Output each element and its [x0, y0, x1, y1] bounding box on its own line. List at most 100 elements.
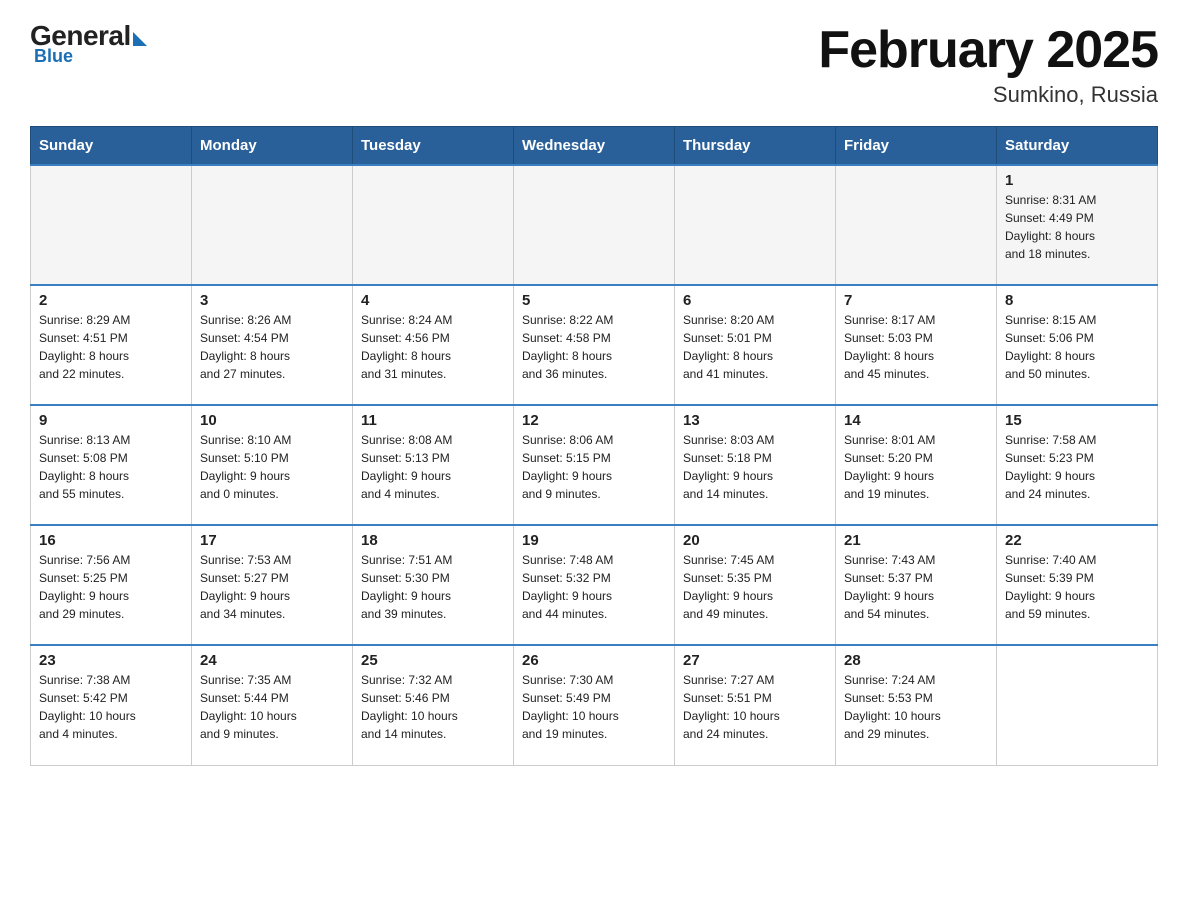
- calendar-cell: 1 Sunrise: 8:31 AM Sunset: 4:49 PM Daylig…: [997, 165, 1158, 285]
- day-info: Sunrise: 7:48 AM Sunset: 5:32 PM Dayligh…: [522, 551, 666, 623]
- calendar-cell: 8 Sunrise: 8:15 AM Sunset: 5:06 PM Daylig…: [997, 285, 1158, 405]
- calendar-cell: [192, 165, 353, 285]
- calendar-cell: 5 Sunrise: 8:22 AM Sunset: 4:58 PM Daylig…: [514, 285, 675, 405]
- calendar-cell: [31, 165, 192, 285]
- calendar-cell: 18 Sunrise: 7:51 AM Sunset: 5:30 PM Dayli…: [353, 525, 514, 645]
- day-number: 15: [1005, 412, 1149, 429]
- day-number: 2: [39, 292, 183, 309]
- calendar-week-3: 9 Sunrise: 8:13 AM Sunset: 5:08 PM Daylig…: [31, 405, 1158, 525]
- day-info: Sunrise: 8:20 AM Sunset: 5:01 PM Dayligh…: [683, 311, 827, 383]
- logo-blue-text: Blue: [34, 46, 73, 67]
- day-number: 24: [200, 652, 344, 669]
- calendar-week-2: 2 Sunrise: 8:29 AM Sunset: 4:51 PM Daylig…: [31, 285, 1158, 405]
- day-number: 13: [683, 412, 827, 429]
- day-header-friday: Friday: [836, 127, 997, 166]
- calendar-table: SundayMondayTuesdayWednesdayThursdayFrid…: [30, 126, 1158, 766]
- day-number: 16: [39, 532, 183, 549]
- day-number: 7: [844, 292, 988, 309]
- calendar-cell: 17 Sunrise: 7:53 AM Sunset: 5:27 PM Dayli…: [192, 525, 353, 645]
- day-number: 18: [361, 532, 505, 549]
- day-info: Sunrise: 8:31 AM Sunset: 4:49 PM Dayligh…: [1005, 191, 1149, 263]
- day-info: Sunrise: 7:40 AM Sunset: 5:39 PM Dayligh…: [1005, 551, 1149, 623]
- day-number: 26: [522, 652, 666, 669]
- day-number: 17: [200, 532, 344, 549]
- calendar-cell: 2 Sunrise: 8:29 AM Sunset: 4:51 PM Daylig…: [31, 285, 192, 405]
- calendar-cell: 26 Sunrise: 7:30 AM Sunset: 5:49 PM Dayli…: [514, 645, 675, 765]
- day-header-sunday: Sunday: [31, 127, 192, 166]
- calendar-cell: 15 Sunrise: 7:58 AM Sunset: 5:23 PM Dayli…: [997, 405, 1158, 525]
- calendar-cell: 27Sunrise: 7:27 AM Sunset: 5:51 PM Dayli…: [675, 645, 836, 765]
- calendar-cell: 4Sunrise: 8:24 AM Sunset: 4:56 PM Daylig…: [353, 285, 514, 405]
- calendar-cell: [514, 165, 675, 285]
- day-info: Sunrise: 8:03 AM Sunset: 5:18 PM Dayligh…: [683, 431, 827, 503]
- calendar-cell: 7 Sunrise: 8:17 AM Sunset: 5:03 PM Daylig…: [836, 285, 997, 405]
- day-number: 22: [1005, 532, 1149, 549]
- calendar-cell: 16 Sunrise: 7:56 AM Sunset: 5:25 PM Dayli…: [31, 525, 192, 645]
- calendar-cell: [353, 165, 514, 285]
- day-number: 21: [844, 532, 988, 549]
- calendar-cell: [997, 645, 1158, 765]
- calendar-cell: [675, 165, 836, 285]
- calendar-cell: 24Sunrise: 7:35 AM Sunset: 5:44 PM Dayli…: [192, 645, 353, 765]
- page-header: General Blue February 2025 Sumkino, Russ…: [30, 20, 1158, 108]
- day-info: Sunrise: 8:13 AM Sunset: 5:08 PM Dayligh…: [39, 431, 183, 503]
- day-number: 28: [844, 652, 988, 669]
- calendar-cell: 20 Sunrise: 7:45 AM Sunset: 5:35 PM Dayli…: [675, 525, 836, 645]
- day-info: Sunrise: 7:43 AM Sunset: 5:37 PM Dayligh…: [844, 551, 988, 623]
- calendar-cell: 6 Sunrise: 8:20 AM Sunset: 5:01 PM Daylig…: [675, 285, 836, 405]
- calendar-cell: [836, 165, 997, 285]
- title-block: February 2025 Sumkino, Russia: [818, 20, 1158, 108]
- calendar-cell: 12 Sunrise: 8:06 AM Sunset: 5:15 PM Dayli…: [514, 405, 675, 525]
- day-header-saturday: Saturday: [997, 127, 1158, 166]
- day-info: Sunrise: 8:22 AM Sunset: 4:58 PM Dayligh…: [522, 311, 666, 383]
- day-number: 19: [522, 532, 666, 549]
- day-number: 4: [361, 292, 505, 309]
- calendar-cell: 3Sunrise: 8:26 AM Sunset: 4:54 PM Daylig…: [192, 285, 353, 405]
- day-number: 12: [522, 412, 666, 429]
- day-info: Sunrise: 7:45 AM Sunset: 5:35 PM Dayligh…: [683, 551, 827, 623]
- day-number: 27: [683, 652, 827, 669]
- calendar-week-5: 23Sunrise: 7:38 AM Sunset: 5:42 PM Dayli…: [31, 645, 1158, 765]
- day-info: Sunrise: 8:01 AM Sunset: 5:20 PM Dayligh…: [844, 431, 988, 503]
- day-info: Sunrise: 7:58 AM Sunset: 5:23 PM Dayligh…: [1005, 431, 1149, 503]
- day-info: Sunrise: 7:56 AM Sunset: 5:25 PM Dayligh…: [39, 551, 183, 623]
- logo-arrow-icon: [133, 32, 147, 46]
- day-number: 3: [200, 292, 344, 309]
- day-info: Sunrise: 8:08 AM Sunset: 5:13 PM Dayligh…: [361, 431, 505, 503]
- calendar-title: February 2025: [818, 20, 1158, 80]
- day-info: Sunrise: 7:24 AM Sunset: 5:53 PM Dayligh…: [844, 671, 988, 743]
- calendar-cell: 23Sunrise: 7:38 AM Sunset: 5:42 PM Dayli…: [31, 645, 192, 765]
- day-info: Sunrise: 8:29 AM Sunset: 4:51 PM Dayligh…: [39, 311, 183, 383]
- day-header-wednesday: Wednesday: [514, 127, 675, 166]
- day-number: 23: [39, 652, 183, 669]
- day-header-thursday: Thursday: [675, 127, 836, 166]
- calendar-cell: 11Sunrise: 8:08 AM Sunset: 5:13 PM Dayli…: [353, 405, 514, 525]
- day-number: 1: [1005, 172, 1149, 189]
- day-info: Sunrise: 7:53 AM Sunset: 5:27 PM Dayligh…: [200, 551, 344, 623]
- day-number: 6: [683, 292, 827, 309]
- calendar-subtitle: Sumkino, Russia: [818, 82, 1158, 108]
- day-number: 8: [1005, 292, 1149, 309]
- calendar-cell: 25Sunrise: 7:32 AM Sunset: 5:46 PM Dayli…: [353, 645, 514, 765]
- calendar-cell: 28 Sunrise: 7:24 AM Sunset: 5:53 PM Dayli…: [836, 645, 997, 765]
- day-number: 14: [844, 412, 988, 429]
- day-info: Sunrise: 8:06 AM Sunset: 5:15 PM Dayligh…: [522, 431, 666, 503]
- day-number: 10: [200, 412, 344, 429]
- calendar-cell: 14 Sunrise: 8:01 AM Sunset: 5:20 PM Dayli…: [836, 405, 997, 525]
- calendar-cell: 21 Sunrise: 7:43 AM Sunset: 5:37 PM Dayli…: [836, 525, 997, 645]
- calendar-cell: 22 Sunrise: 7:40 AM Sunset: 5:39 PM Dayli…: [997, 525, 1158, 645]
- calendar-cell: 9 Sunrise: 8:13 AM Sunset: 5:08 PM Daylig…: [31, 405, 192, 525]
- day-info: Sunrise: 7:30 AM Sunset: 5:49 PM Dayligh…: [522, 671, 666, 743]
- day-info: Sunrise: 8:10 AM Sunset: 5:10 PM Dayligh…: [200, 431, 344, 503]
- day-number: 9: [39, 412, 183, 429]
- calendar-cell: 19 Sunrise: 7:48 AM Sunset: 5:32 PM Dayli…: [514, 525, 675, 645]
- day-number: 25: [361, 652, 505, 669]
- day-number: 20: [683, 532, 827, 549]
- day-info: Sunrise: 7:51 AM Sunset: 5:30 PM Dayligh…: [361, 551, 505, 623]
- calendar-cell: 10 Sunrise: 8:10 AM Sunset: 5:10 PM Dayli…: [192, 405, 353, 525]
- day-number: 5: [522, 292, 666, 309]
- day-info: Sunrise: 8:17 AM Sunset: 5:03 PM Dayligh…: [844, 311, 988, 383]
- day-info: Sunrise: 8:15 AM Sunset: 5:06 PM Dayligh…: [1005, 311, 1149, 383]
- calendar-cell: 13 Sunrise: 8:03 AM Sunset: 5:18 PM Dayli…: [675, 405, 836, 525]
- logo: General Blue: [30, 20, 147, 67]
